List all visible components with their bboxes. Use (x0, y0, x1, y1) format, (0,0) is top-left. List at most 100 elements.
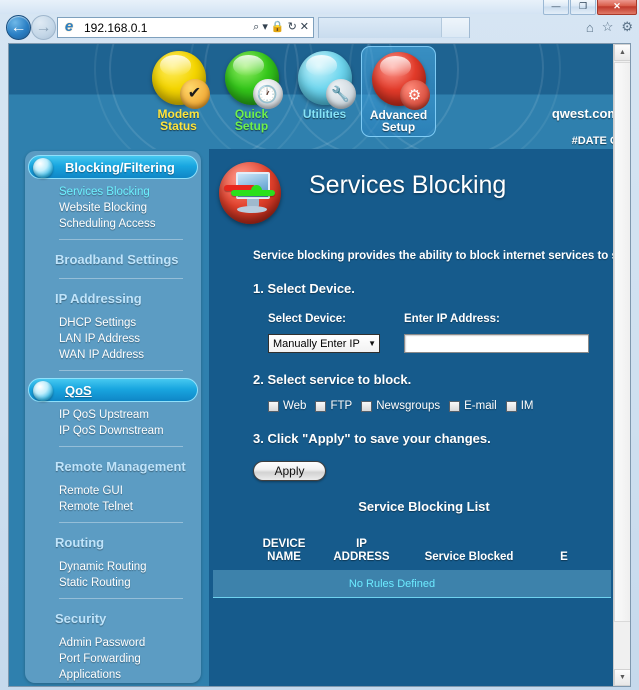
back-button[interactable]: ← (6, 15, 31, 40)
sidebar-section-broadband-settings[interactable]: Broadband Settings (25, 247, 201, 271)
nav-button-quick[interactable]: 🕐 Quick Setup (215, 46, 288, 135)
address-bar[interactable]: e 192.168.0.1 ⌕ ▾ 🔒 ↻ ✕ (57, 17, 314, 38)
favorites-star-icon[interactable]: ☆ (602, 19, 614, 35)
sidebar-divider (59, 278, 183, 279)
sidebar-item-dhcp-settings[interactable]: DHCP Settings (25, 315, 201, 331)
sidebar-item-dynamic-routing[interactable]: Dynamic Routing (25, 559, 201, 575)
nav-button-modem[interactable]: ✔ Modem Status (142, 46, 215, 135)
checkbox-e-mail[interactable] (449, 400, 461, 412)
check-icon: ✔ (179, 79, 210, 109)
maximize-icon: ❐ (578, 1, 588, 11)
checkbox-im[interactable] (505, 400, 517, 412)
checkbox-web[interactable] (268, 400, 279, 412)
checkbox-ftp[interactable] (315, 400, 327, 412)
new-tab-button[interactable] (441, 18, 469, 37)
stop-icon[interactable]: ✕ (300, 22, 309, 33)
sidebar-item-lan-ip-address[interactable]: LAN IP Address (25, 331, 201, 347)
nav-orb-green: 🕐 (224, 51, 283, 109)
chevron-down-icon[interactable]: ▾ (262, 22, 268, 33)
browser-viewport: ✔ Modem Status 🕐 Quick Setup 🔧 Utilities ⚙ Advanc… (8, 43, 631, 687)
sidebar-section-security[interactable]: Security (25, 606, 201, 630)
browser-toolbar-icons: ⌂ ☆ ⚙ (586, 19, 633, 35)
clock-icon: 🕐 (252, 79, 283, 109)
checkbox-label-web: Web (283, 400, 307, 412)
home-icon[interactable]: ⌂ (586, 20, 594, 35)
select-device-dropdown[interactable]: Manually Enter IP ▼ (268, 334, 380, 353)
nav-button-label: Advanced Setup (370, 109, 427, 136)
apply-button[interactable]: Apply (253, 461, 326, 481)
sidebar-section-qos[interactable]: QoS (28, 378, 198, 402)
tool-icon: 🔧 (325, 79, 356, 109)
nav-button-label: Quick Setup (235, 108, 268, 135)
sidebar-item-website-blocking[interactable]: Website Blocking (25, 200, 201, 216)
nav-orb-yellow: ✔ (151, 51, 210, 109)
page-body: Blocking/Filtering Services Blocking Websi… (9, 149, 615, 686)
ip-address-input[interactable] (404, 334, 589, 353)
sidebar-item-remote-telnet[interactable]: Remote Telnet (25, 499, 201, 515)
gear-icon[interactable]: ⚙ (621, 19, 633, 35)
tab-strip[interactable] (318, 17, 470, 38)
main-content-panel: Services Blocking Service blocking provi… (209, 149, 615, 686)
sidebar-section-label: IP Addressing (55, 290, 142, 306)
maximize-button[interactable]: ❐ (570, 0, 596, 15)
nav-label-line1: Utilities (302, 107, 347, 121)
scrollbar-thumb[interactable] (614, 62, 630, 622)
table-empty-row: No Rules Defined (213, 570, 611, 598)
table-header-cell: Service Blocked (404, 551, 534, 564)
apply-button-label: Apply (274, 464, 305, 478)
table-header-line1: E (560, 551, 568, 563)
sidebar-item-remote-gui[interactable]: Remote GUI (25, 483, 201, 499)
nav-button-utilities[interactable]: 🔧 Utilities (288, 46, 361, 123)
sidebar-section-remote-management[interactable]: Remote Management (25, 454, 201, 478)
close-icon: ✕ (613, 1, 621, 11)
page-vertical-scrollbar[interactable]: ▲ ▼ (613, 44, 630, 686)
sidebar-item-ip-qos-downstream[interactable]: IP QoS Downstream (25, 423, 201, 439)
sidebar-item-applications[interactable]: Applications (25, 667, 201, 683)
sidebar-item-scheduling-access[interactable]: Scheduling Access (25, 216, 201, 232)
sidebar-section-blocking-filtering[interactable]: Blocking/Filtering (28, 155, 198, 179)
table-header-cell: DEVICE NAME (209, 538, 319, 564)
forward-button[interactable]: → (31, 15, 56, 40)
table-header-row: DEVICE NAME IP ADDRESS Service Blocked E (209, 538, 615, 570)
minimize-icon: — (551, 1, 561, 11)
table-header-cell: E (534, 551, 594, 564)
refresh-icon[interactable]: ↻ (288, 22, 297, 33)
scroll-up-icon[interactable]: ▲ (614, 44, 630, 61)
nav-button-label: Modem Status (158, 108, 200, 135)
address-bar-icons: ⌕ ▾ 🔒 ↻ ✕ (253, 22, 313, 33)
sidebar-section-ip-addressing[interactable]: IP Addressing (25, 286, 201, 310)
enter-ip-field: Enter IP Address: (404, 313, 589, 353)
search-icon[interactable]: ⌕ (253, 22, 259, 33)
panel-body: Service blocking provides the ability to… (209, 250, 615, 598)
sidebar-section-routing[interactable]: Routing (25, 530, 201, 554)
service-checkbox-row: Web FTP Newsgroups E-mail IM (253, 400, 615, 412)
scroll-down-icon[interactable]: ▼ (614, 669, 630, 686)
sidebar-section-label: Blocking/Filtering (65, 159, 175, 175)
sidebar-item-services-blocking[interactable]: Services Blocking (25, 184, 201, 200)
sidebar-item-ip-qos-upstream[interactable]: IP QoS Upstream (25, 407, 201, 423)
page-title: Services Blocking (309, 171, 507, 199)
close-button[interactable]: ✕ (597, 0, 637, 15)
sidebar-divider (59, 598, 183, 599)
sidebar-orb-icon (33, 158, 53, 178)
nav-orb-red: ⚙ (371, 52, 430, 110)
sidebar-divider (59, 370, 183, 371)
sidebar-item-static-routing[interactable]: Static Routing (25, 575, 201, 591)
checkbox-newsgroups[interactable] (361, 400, 373, 412)
monitor-base-glyph (237, 206, 267, 213)
sidebar-orb-icon (33, 381, 53, 401)
brand-label: qwest.com (551, 106, 615, 121)
select-device-value: Manually Enter IP (273, 337, 360, 350)
table-header-line2: NAME (267, 551, 301, 563)
device-selection-row: Select Device: Manually Enter IP ▼ Enter… (253, 313, 615, 353)
step3-title: 3. Click "Apply" to save your changes. (253, 431, 491, 446)
sidebar-item-wan-ip-address[interactable]: WAN IP Address (25, 347, 201, 363)
page-description: Service blocking provides the ability to… (253, 250, 615, 262)
sidebar-divider (59, 522, 183, 523)
sidebar-item-port-forwarding[interactable]: Port Forwarding (25, 651, 201, 667)
sidebar-item-admin-password[interactable]: Admin Password (25, 635, 201, 651)
nav-button-advanced[interactable]: ⚙ Advanced Setup (361, 46, 436, 137)
table-header-line2: ADDRESS (333, 551, 390, 563)
minimize-button[interactable]: — (543, 0, 569, 15)
url-text[interactable]: 192.168.0.1 (78, 21, 253, 35)
